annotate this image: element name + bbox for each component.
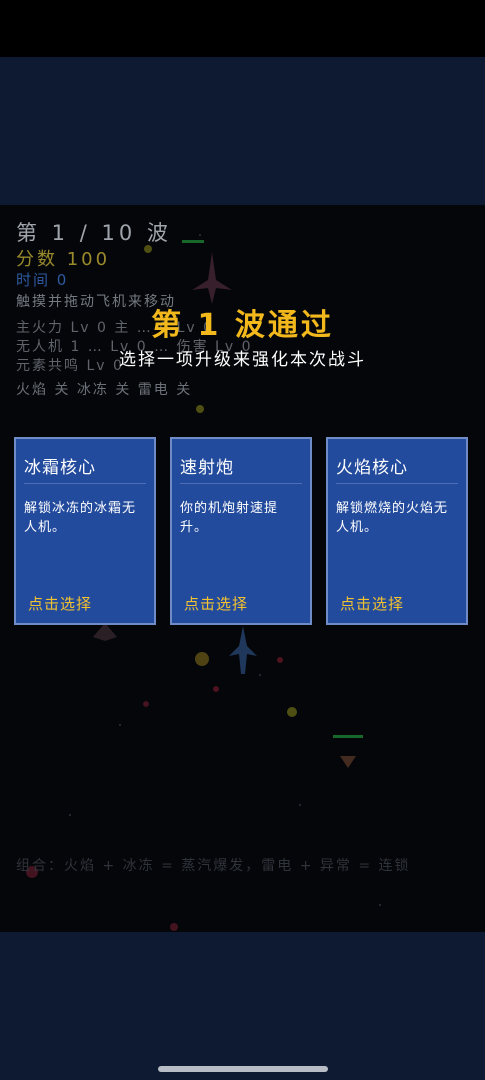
home-indicator[interactable] xyxy=(158,1066,328,1072)
upgrade-prompt: 选择一项升级来强化本次战斗 xyxy=(119,350,366,370)
select-button[interactable]: 点击选择 xyxy=(340,593,404,614)
card-title: 冰霜核心 xyxy=(24,458,96,478)
card-description: 解锁燃烧的火焰无人机。 xyxy=(336,501,449,535)
upgrade-card-frost-core[interactable]: 冰霜核心 解锁冰冻的冰霜无人机。 点击选择 xyxy=(14,437,156,625)
wave-counter: 第 1 / 10 波 xyxy=(16,221,172,245)
card-title: 火焰核心 xyxy=(336,458,408,478)
status-bar xyxy=(0,0,485,57)
score-display: 分数 100 xyxy=(16,249,111,270)
wave-cleared-title: 第 1 波通过 xyxy=(151,308,334,343)
upgrade-card-rapid-cannon[interactable]: 速射炮 你的机炮射速提升。 点击选择 xyxy=(170,437,312,625)
card-divider xyxy=(180,483,302,484)
game-canvas[interactable]: 第 1 / 10 波 分数 100 时间 0 触摸并拖动飞机来移动 主火力 Lv… xyxy=(0,205,485,932)
select-button[interactable]: 点击选择 xyxy=(28,593,92,614)
time-display: 时间 0 xyxy=(16,271,69,289)
card-description: 你的机炮射速提升。 xyxy=(180,501,279,535)
card-divider xyxy=(336,483,458,484)
select-button[interactable]: 点击选择 xyxy=(184,593,248,614)
card-divider xyxy=(24,483,146,484)
upgrade-card-flame-core[interactable]: 火焰核心 解锁燃烧的火焰无人机。 点击选择 xyxy=(326,437,468,625)
combo-hint: 组合：火焰 + 冰冻 = 蒸汽爆发，雷电 + 异常 = 连锁 xyxy=(16,858,411,874)
card-description: 解锁冰冻的冰霜无人机。 xyxy=(24,501,137,535)
element-status: 火焰 关 冰冻 关 雷电 关 xyxy=(16,382,193,398)
card-title: 速射炮 xyxy=(180,458,234,478)
